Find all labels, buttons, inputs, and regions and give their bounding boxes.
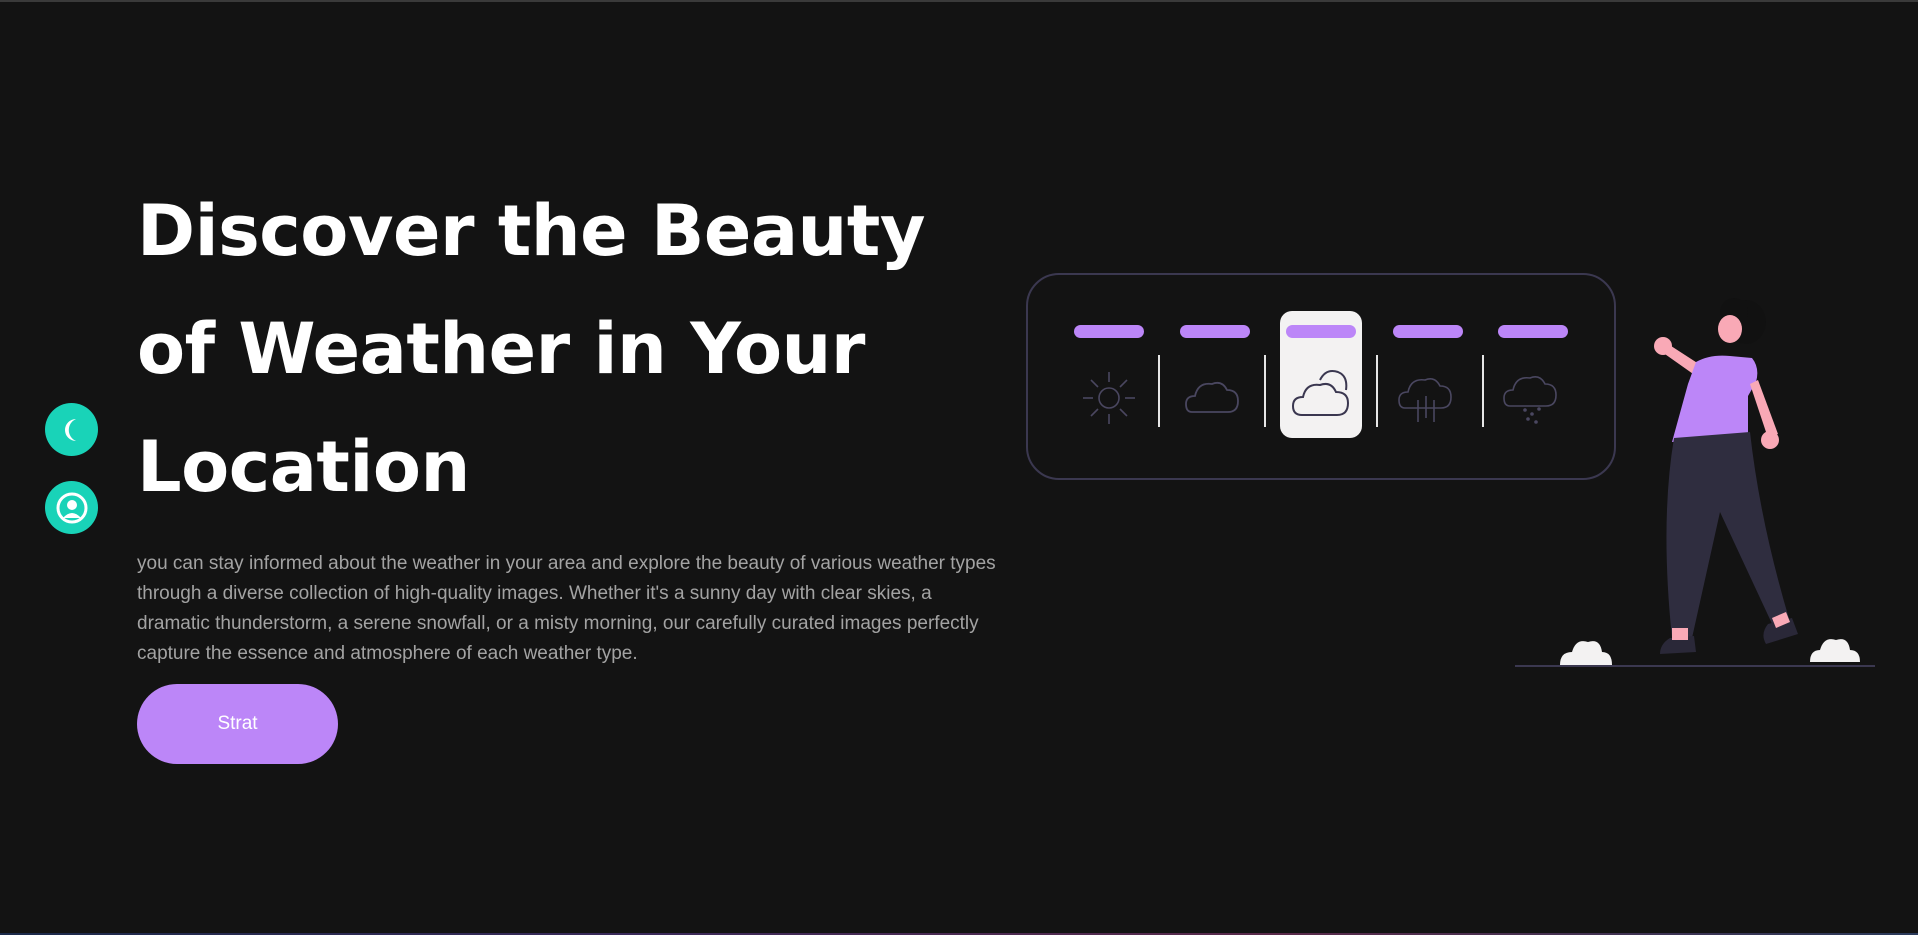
hero-title: Discover the Beauty of Weather in Your L…: [137, 190, 925, 508]
profile-button[interactable]: [45, 481, 98, 534]
weather-card-partly-cloudy: [1280, 311, 1362, 438]
ground-cloud: [1560, 641, 1612, 665]
user-circle-icon: [56, 492, 87, 523]
weather-card-snow: [1498, 325, 1568, 424]
weather-illustration: [1026, 273, 1875, 667]
sun-icon: [1083, 372, 1135, 424]
cloud-icon: [1185, 381, 1239, 413]
weather-card-sun: [1074, 325, 1144, 424]
weather-card-cloud: [1180, 325, 1250, 413]
ground-cloud: [1810, 639, 1860, 662]
theme-toggle-button[interactable]: [45, 403, 98, 456]
weather-card-rain: [1393, 325, 1463, 422]
start-button[interactable]: Strat: [137, 684, 338, 764]
hero-description: you can stay informed about the weather …: [137, 553, 996, 664]
moon-icon: [64, 418, 76, 441]
snow-icon: [1503, 376, 1557, 424]
page: Discover the Beauty of Weather in Your L…: [0, 0, 1918, 935]
woman-figure: [1654, 298, 1798, 654]
rain-icon: [1398, 378, 1452, 422]
